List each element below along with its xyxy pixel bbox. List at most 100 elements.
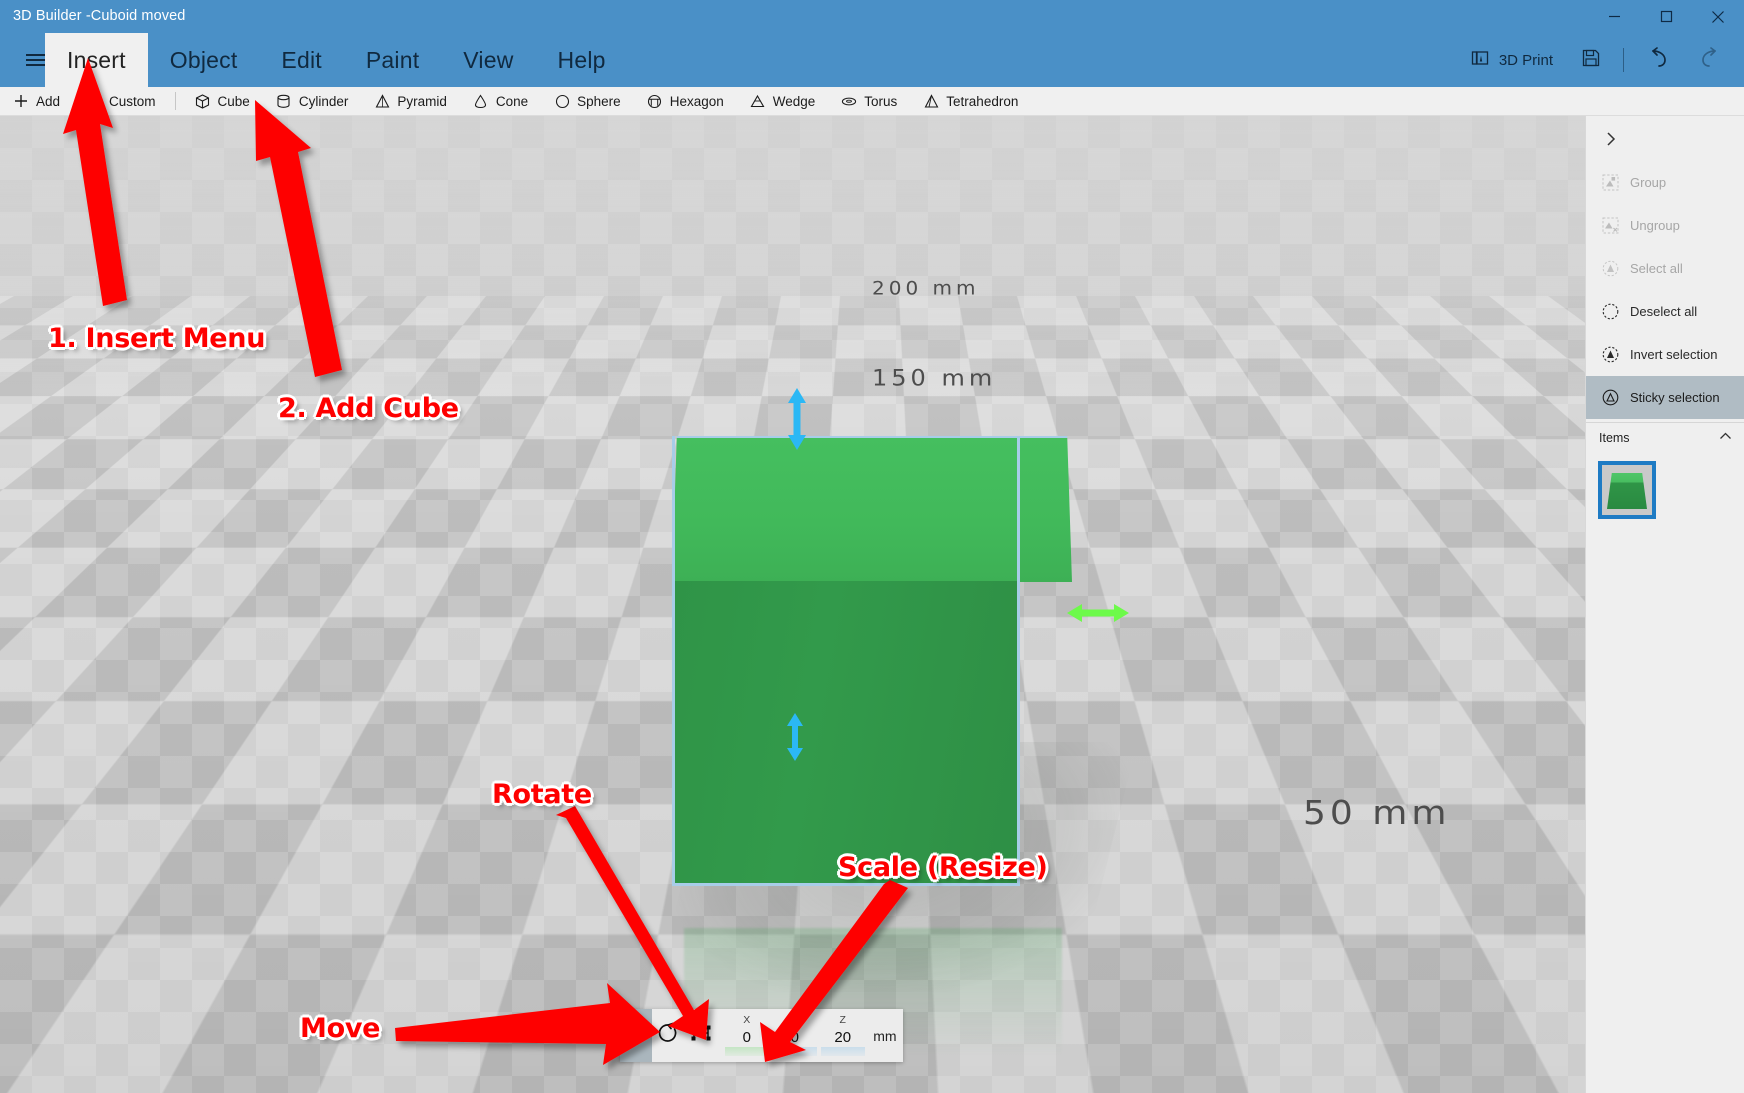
chevron-up-icon[interactable] <box>1718 429 1733 447</box>
save-icon <box>1581 48 1601 72</box>
save-button[interactable] <box>1567 33 1615 87</box>
ribbon-cube-button[interactable]: Cube <box>182 87 263 116</box>
cube-icon <box>195 93 211 109</box>
wedge-icon <box>750 93 766 109</box>
rotate-tool-button[interactable] <box>652 1009 684 1062</box>
ribbon-wedge-button[interactable]: Wedge <box>737 87 829 116</box>
move-tool-button[interactable] <box>620 1009 652 1062</box>
menu-item-view[interactable]: View <box>441 33 535 87</box>
transform-fields: X 0 Y 0 Z 20 <box>717 1009 867 1062</box>
tetrahedron-icon <box>923 93 939 109</box>
close-button[interactable] <box>1692 0 1744 33</box>
menu-item-edit[interactable]: Edit <box>259 33 343 87</box>
selection-outline-bottom <box>672 883 1020 886</box>
minimize-button[interactable] <box>1588 0 1640 33</box>
move-up-down-top-gizmo[interactable] <box>782 386 812 452</box>
ribbon-item-label: Cylinder <box>299 94 349 109</box>
panel-row-label: Deselect all <box>1630 304 1697 319</box>
move-left-right-gizmo[interactable] <box>1065 599 1131 627</box>
ribbon-divider <box>175 92 176 110</box>
panel-row-label: Ungroup <box>1630 218 1680 233</box>
axis-label-y: Y <box>791 1015 798 1026</box>
axis-label-x: X <box>743 1015 750 1026</box>
scale-tool-button[interactable] <box>685 1009 717 1062</box>
sticky-selection-icon <box>1601 389 1619 407</box>
move-up-down-front-gizmo[interactable] <box>782 711 808 763</box>
annotation-rotate: Rotate <box>492 779 592 810</box>
select-all-icon <box>1601 260 1619 278</box>
ribbon-item-label: Torus <box>864 94 897 109</box>
viewport-3d[interactable]: 200 mm 150 mm 50 mm <box>0 116 1744 1093</box>
maximize-button[interactable] <box>1640 0 1692 33</box>
menu-items: Insert Object Edit Paint View Help <box>45 33 628 87</box>
menu-item-help[interactable]: Help <box>536 33 628 87</box>
menu-item-object[interactable]: Object <box>148 33 260 87</box>
print-3d-icon <box>1470 48 1490 72</box>
panel-row-group[interactable]: Group <box>1586 161 1744 204</box>
menu-right-actions: 3D Print <box>1456 33 1736 87</box>
ribbon-item-label: Sphere <box>577 94 621 109</box>
items-section-header[interactable]: Items <box>1586 422 1744 452</box>
ribbon-item-label: Add <box>36 94 60 109</box>
panel-row-select-all[interactable]: Select all <box>1586 247 1744 290</box>
torus-icon <box>841 93 857 109</box>
3d-print-button[interactable]: 3D Print <box>1456 33 1567 87</box>
toolbar-divider <box>1623 48 1624 72</box>
axis-value-y: 0 <box>791 1028 799 1047</box>
items-thumbnail-list <box>1586 452 1744 519</box>
ribbon-item-label: Pyramid <box>397 94 447 109</box>
ribbon-cone-button[interactable]: Cone <box>460 87 541 116</box>
menu-item-label: View <box>463 47 513 74</box>
ribbon-item-label: Hexagon <box>670 94 724 109</box>
ribbon-add-button[interactable]: Add <box>0 87 73 116</box>
ribbon-custom-button[interactable]: Custom <box>73 87 169 116</box>
ribbon-tetrahedron-button[interactable]: Tetrahedron <box>910 87 1031 116</box>
ribbon-cylinder-button[interactable]: Cylinder <box>263 87 362 116</box>
annotation-add-cube: 2. Add Cube <box>278 393 459 424</box>
move-icon <box>625 1022 647 1049</box>
sphere-icon <box>554 93 570 109</box>
ungroup-icon <box>1601 217 1619 235</box>
panel-row-invert-selection[interactable]: Invert selection <box>1586 333 1744 376</box>
ribbon-hexagon-button[interactable]: Hexagon <box>634 87 737 116</box>
transform-field-z[interactable]: Z 20 <box>819 1009 867 1062</box>
window-title: 3D Builder -Cuboid moved <box>13 8 185 24</box>
chevron-right-icon <box>1603 131 1619 147</box>
undo-button[interactable] <box>1632 33 1684 87</box>
ribbon-item-label: Cube <box>218 94 250 109</box>
ribbon-torus-button[interactable]: Torus <box>828 87 910 116</box>
expand-panel-button[interactable] <box>1586 116 1744 161</box>
build-plate-grid <box>0 116 1744 296</box>
menu-item-insert[interactable]: Insert <box>45 33 148 87</box>
menu-item-label: Paint <box>366 47 419 74</box>
transform-toolbar: X 0 Y 0 Z 20 mm <box>620 1009 903 1062</box>
ribbon-sphere-button[interactable]: Sphere <box>541 87 634 116</box>
group-icon <box>1601 174 1619 192</box>
panel-row-label: Invert selection <box>1630 347 1717 362</box>
rotate-icon <box>657 1022 679 1049</box>
menu-item-label: Edit <box>281 47 321 74</box>
axis-label-z: Z <box>840 1015 846 1026</box>
panel-row-deselect-all[interactable]: Deselect all <box>1586 290 1744 333</box>
panel-row-ungroup[interactable]: Ungroup <box>1586 204 1744 247</box>
transform-field-x[interactable]: X 0 <box>723 1009 771 1062</box>
panel-row-label: Group <box>1630 175 1666 190</box>
cone-icon <box>473 93 489 109</box>
transform-field-y[interactable]: Y 0 <box>771 1009 819 1062</box>
panel-row-label: Sticky selection <box>1630 390 1720 405</box>
window-controls <box>1588 0 1744 33</box>
ribbon-pyramid-button[interactable]: Pyramid <box>361 87 460 116</box>
undo-icon <box>1646 46 1670 74</box>
item-thumbnail-cuboid[interactable] <box>1598 461 1656 519</box>
annotation-move: Move <box>300 1013 380 1044</box>
panel-row-sticky-selection[interactable]: Sticky selection <box>1586 376 1744 419</box>
selection-outline-left <box>672 436 675 886</box>
cube-top-face <box>672 436 1072 582</box>
scale-icon <box>690 1022 712 1049</box>
redo-button[interactable] <box>1684 33 1736 87</box>
dimension-label-50mm: 50 mm <box>1303 795 1450 833</box>
menu-item-label: Help <box>558 47 606 74</box>
cuboid-thumbnail-shape <box>1607 473 1647 509</box>
cube-front-face <box>674 581 1018 886</box>
menu-item-paint[interactable]: Paint <box>344 33 441 87</box>
